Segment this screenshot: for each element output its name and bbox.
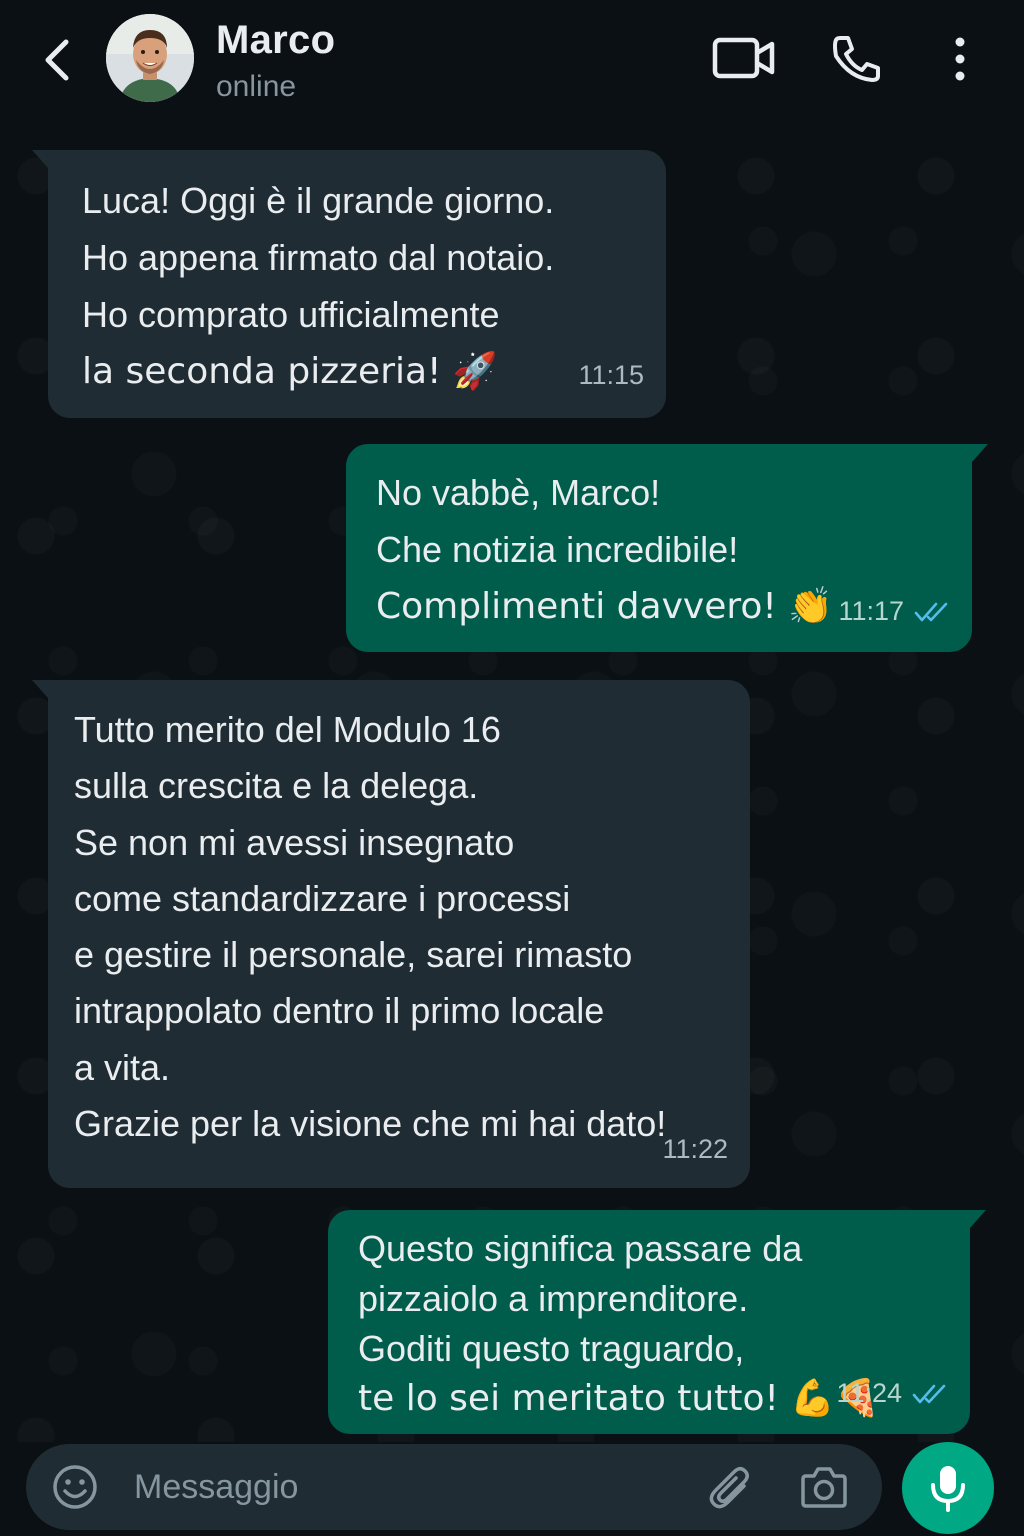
read-ticks-icon <box>914 602 948 621</box>
message-line: Complimenti davvero! 👏 <box>376 586 834 627</box>
message-line: e gestire il personale, sarei rimasto <box>74 934 633 976</box>
message-text: Questo significa passare da pizzaiolo a … <box>358 1224 880 1424</box>
message-line: Ho comprato ufficialmente <box>82 294 500 335</box>
message-bubble-outgoing[interactable]: No vabbè, Marco! Che notizia incredibile… <box>346 444 988 652</box>
camera-icon[interactable] <box>800 1464 848 1510</box>
message-line: Che notizia incredibile! <box>376 529 739 570</box>
avatar[interactable] <box>106 14 194 102</box>
bubble-tail <box>32 150 48 168</box>
bubble-tail <box>972 444 988 462</box>
message-text: Luca! Oggi è il grande giorno. Ho appena… <box>82 172 554 400</box>
message-meta: 11:15 <box>578 347 644 404</box>
chat-header: Marco online <box>0 0 1024 122</box>
message-line: Grazie per la visione che mi hai dato! <box>74 1103 667 1145</box>
attach-icon[interactable] <box>708 1462 754 1514</box>
message-line: Luca! Oggi è il grande giorno. <box>82 180 555 221</box>
phone-call-icon[interactable] <box>830 34 882 84</box>
video-call-icon[interactable] <box>712 36 776 80</box>
message-line: Se non mi avessi insegnato <box>74 821 515 863</box>
message-line: Goditi questo traguardo, <box>358 1328 745 1369</box>
message-bubble-incoming[interactable]: Tutto merito del Modulo 16 sulla crescit… <box>32 680 750 1188</box>
message-time: 11:22 <box>662 1134 728 1164</box>
back-arrow-icon[interactable] <box>38 36 78 84</box>
chat-area[interactable]: Luca! Oggi è il grande giorno. Ho appena… <box>0 122 1024 1442</box>
message-line: Ho appena firmato dal notaio. <box>82 237 555 278</box>
message-bubble-outgoing[interactable]: Questo significa passare da pizzaiolo a … <box>328 1210 986 1434</box>
contact-status: online <box>216 70 297 103</box>
message-line: sulla crescita e la delega. <box>74 765 479 807</box>
contact-name[interactable]: Marco <box>216 18 335 63</box>
message-meta: 11:17 <box>838 583 950 640</box>
message-line: Questo significa passare da <box>358 1228 803 1269</box>
bubble-tail <box>970 1210 986 1228</box>
message-line: come standardizzare i processi <box>74 877 571 919</box>
message-time: 11:17 <box>838 596 904 626</box>
more-options-icon[interactable] <box>944 36 976 82</box>
avatar-photo <box>106 14 194 102</box>
message-line: intrappolato dentro il primo locale <box>74 990 605 1032</box>
message-line: la seconda pizzeria! 🚀 <box>82 351 498 392</box>
message-time: 11:15 <box>578 360 644 390</box>
message-input[interactable] <box>134 1460 674 1514</box>
voice-message-button[interactable] <box>902 1442 994 1534</box>
message-text: No vabbè, Marco! Che notizia incredibile… <box>376 464 833 635</box>
message-line: pizzaiolo a imprenditore. <box>358 1278 749 1319</box>
message-text: Tutto merito del Modulo 16 sulla crescit… <box>74 702 666 1152</box>
message-meta: 11:22 <box>662 1121 728 1178</box>
message-composer <box>26 1444 882 1530</box>
bubble-tail <box>32 680 48 698</box>
message-meta: 11:24 <box>836 1365 948 1422</box>
message-bubble-incoming[interactable]: Luca! Oggi è il grande giorno. Ho appena… <box>32 150 666 418</box>
message-line: a vita. <box>74 1046 171 1088</box>
message-line: te lo sei meritato tutto! 💪🍕 <box>358 1378 881 1419</box>
message-line: Tutto merito del Modulo 16 <box>74 709 501 750</box>
read-ticks-icon <box>912 1384 946 1403</box>
mic-icon <box>931 1466 965 1512</box>
emoji-icon[interactable] <box>52 1464 98 1510</box>
message-line: No vabbè, Marco! <box>376 472 661 513</box>
message-time: 11:24 <box>836 1378 902 1408</box>
